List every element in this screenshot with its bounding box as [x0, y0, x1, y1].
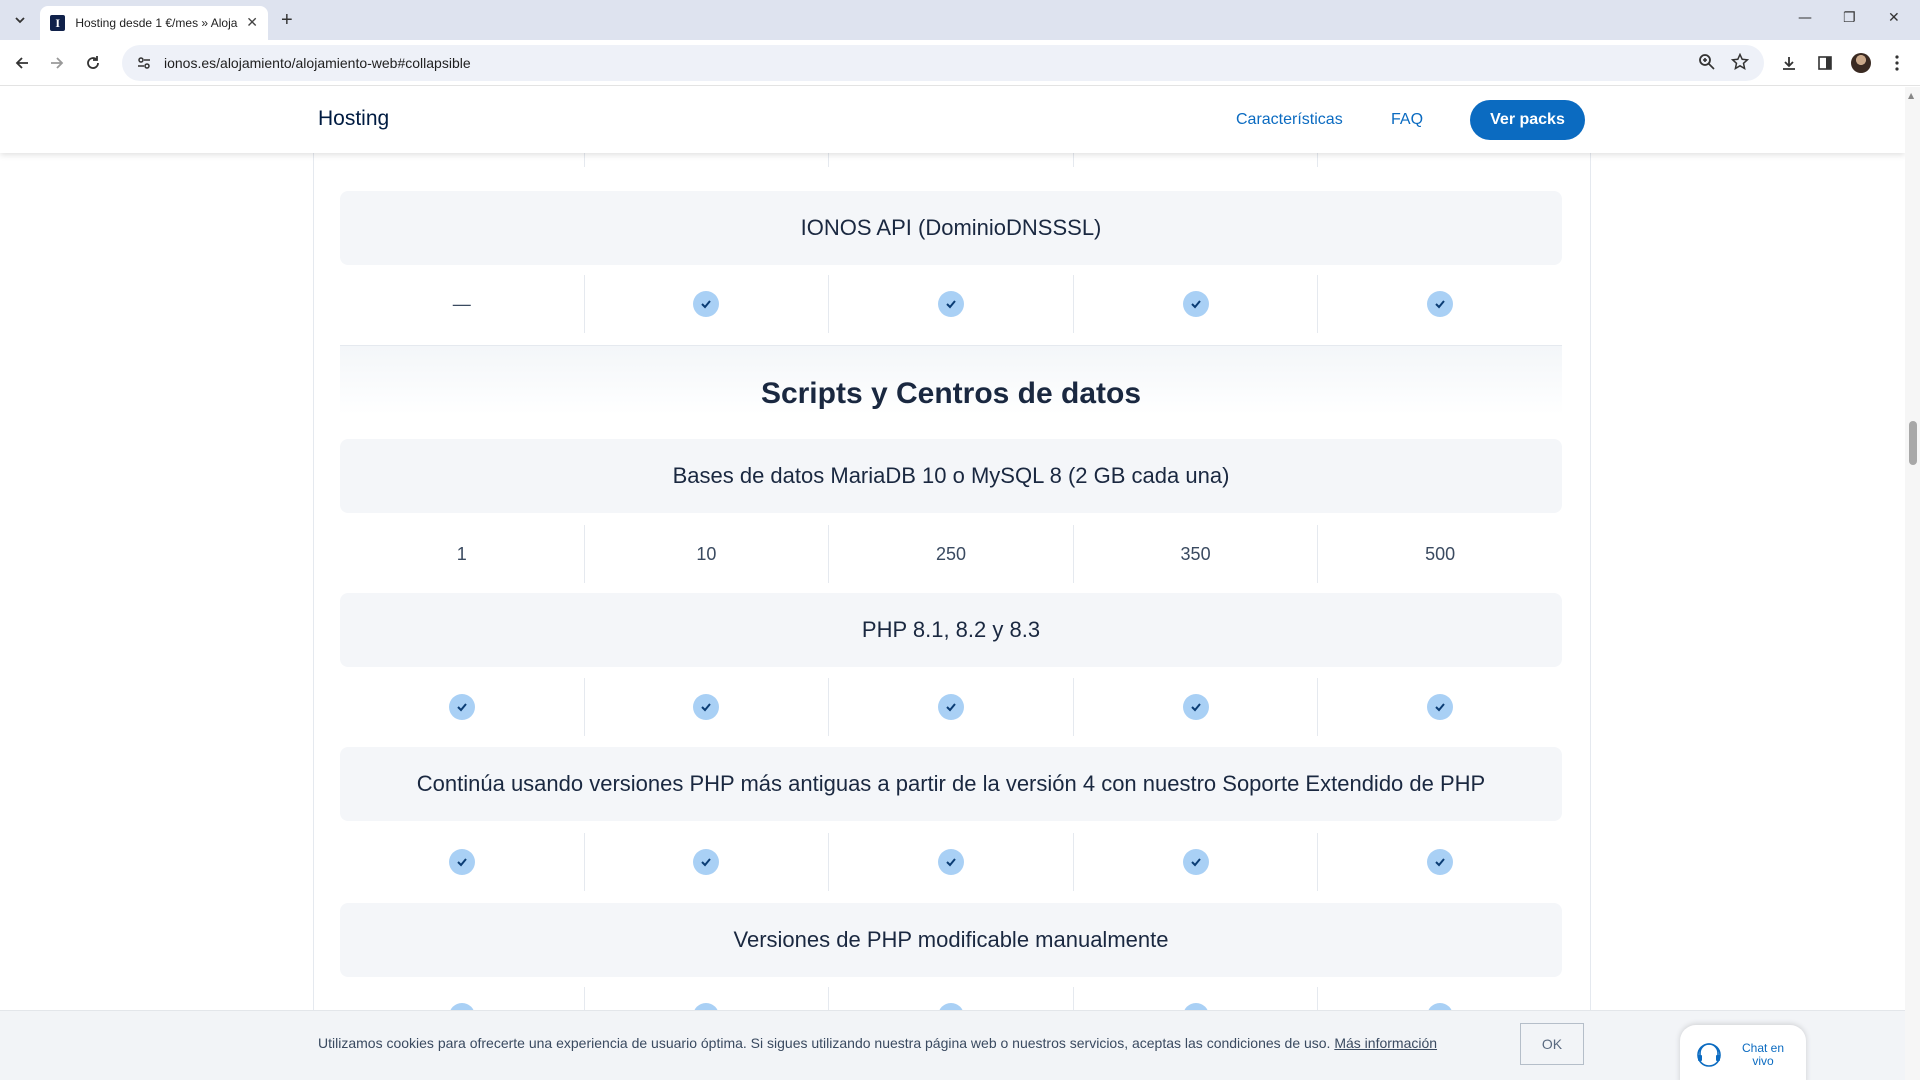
brand-title: Hosting	[318, 107, 390, 130]
db-count: 10	[583, 525, 829, 583]
download-icon[interactable]	[1778, 52, 1800, 74]
db-count: 500	[1317, 525, 1562, 583]
site-settings-icon[interactable]	[136, 55, 152, 71]
window-close-icon[interactable]: ✕	[1888, 10, 1900, 26]
check-icon	[693, 849, 720, 875]
side-panel-icon[interactable]	[1814, 52, 1836, 74]
db-count: 1	[456, 543, 467, 564]
section-title: Scripts y Centros de datos	[760, 377, 1142, 410]
check-icon	[1427, 849, 1454, 875]
scroll-thumb[interactable]	[1909, 421, 1917, 465]
headset-icon	[1697, 1043, 1721, 1067]
url-text: ionos.es/alojamiento/alojamiento-web#col…	[164, 55, 471, 71]
feature-row-php: PHP 8.1, 8.2 y 8.3	[340, 593, 1562, 667]
check-icon	[937, 694, 964, 720]
cookie-text: Utilizamos cookies para ofrecerte una ex…	[318, 1035, 1438, 1051]
address-bar[interactable]: ionos.es/alojamiento/alojamiento-web#col…	[122, 45, 1764, 81]
bookmark-star-icon[interactable]	[1731, 53, 1749, 71]
table-row-legacy-php	[340, 833, 1562, 891]
check-icon	[693, 291, 720, 317]
check-icon	[1182, 849, 1209, 875]
menu-kebab-icon[interactable]	[1886, 52, 1908, 74]
db-count: 250	[828, 525, 1073, 583]
feature-row-ionos-api: IONOS API (DominioDNSSSL)	[340, 191, 1562, 265]
nav-link-caracteristicas[interactable]: Características	[1236, 111, 1343, 129]
table-row-databases: 1 10 250 350 500	[340, 525, 1562, 583]
new-tab-icon[interactable]: +	[281, 10, 293, 30]
check-icon	[448, 849, 475, 875]
scroll-up-icon[interactable]: ▲	[1908, 91, 1914, 100]
close-tab-icon[interactable]: ✕	[246, 15, 258, 31]
forward-icon[interactable]	[46, 52, 68, 74]
browser-tab-bar: I Hosting desde 1 €/mes » Aloja ✕ + — ❐ …	[0, 0, 1920, 40]
zoom-icon[interactable]	[1698, 53, 1716, 71]
tab-search-icon[interactable]	[8, 8, 32, 32]
minimize-icon[interactable]: —	[1798, 10, 1812, 26]
table-row-php	[340, 678, 1562, 736]
sticky-header: Hosting Características FAQ Ver packs	[0, 87, 1905, 153]
check-icon	[693, 694, 720, 720]
db-count: 350	[1072, 525, 1318, 583]
ionos-favicon-icon: I	[50, 15, 66, 31]
cookie-banner: Utilizamos cookies para ofrecerte una ex…	[0, 1010, 1905, 1080]
reload-icon[interactable]	[82, 52, 104, 74]
nav-link-faq[interactable]: FAQ	[1391, 111, 1423, 129]
check-icon	[937, 849, 964, 875]
check-icon	[448, 694, 475, 720]
page-viewport: IONOS API (DominioDNSSSL) — Scripts y Ce…	[0, 87, 1905, 1080]
feature-row-legacy-php: Continúa usando versiones PHP más antigu…	[340, 747, 1562, 821]
check-icon	[1182, 291, 1209, 317]
page-scrollbar[interactable]: ▲	[1905, 87, 1920, 1080]
profile-avatar[interactable]	[1850, 52, 1872, 74]
browser-toolbar: ionos.es/alojamiento/alojamiento-web#col…	[0, 40, 1920, 86]
more-info-link[interactable]: Más información	[1334, 1035, 1437, 1051]
feature-row-manual-php: Versiones de PHP modificable manualmente	[340, 903, 1562, 977]
check-icon	[937, 291, 964, 317]
browser-tab[interactable]: I Hosting desde 1 €/mes » Aloja ✕	[40, 6, 268, 40]
feature-row-databases: Bases de datos MariaDB 10 o MySQL 8 (2 G…	[340, 439, 1562, 513]
live-chat-button[interactable]: Chat en vivo	[1680, 1025, 1806, 1080]
restore-icon[interactable]: ❐	[1843, 10, 1856, 26]
ver-packs-button[interactable]: Ver packs	[1470, 100, 1585, 140]
back-icon[interactable]	[11, 52, 33, 74]
check-icon	[1182, 694, 1209, 720]
chat-label: Chat en vivo	[1741, 1041, 1785, 1068]
tab-title: Hosting desde 1 €/mes » Aloja	[75, 16, 238, 30]
not-included-dash: —	[452, 293, 471, 314]
check-icon	[1427, 291, 1454, 317]
check-icon	[1427, 694, 1454, 720]
table-row-ionos-api: —	[340, 275, 1562, 333]
cookie-ok-button[interactable]: OK	[1520, 1023, 1584, 1065]
